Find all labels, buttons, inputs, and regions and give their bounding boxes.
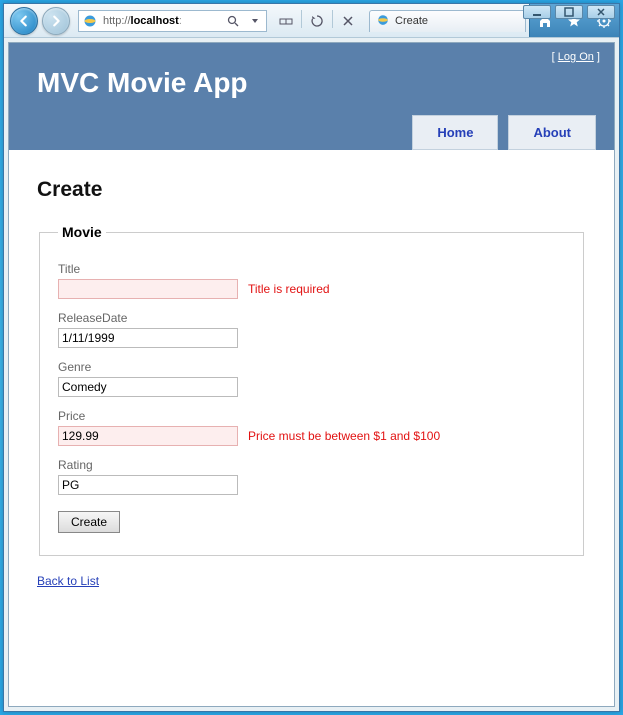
- input-genre[interactable]: [58, 377, 238, 397]
- fieldset-legend: Movie: [58, 224, 106, 240]
- app-title: MVC Movie App: [9, 63, 614, 115]
- create-button[interactable]: Create: [58, 511, 120, 533]
- error-title: Title is required: [248, 282, 330, 296]
- logon-bracket-close: ]: [594, 51, 600, 63]
- page-heading: Create: [37, 178, 586, 202]
- logon-bar: [ Log On ]: [9, 43, 614, 63]
- tab-title: Create: [395, 15, 515, 27]
- back-to-list-link[interactable]: Back to List: [37, 574, 99, 588]
- address-text[interactable]: http://localhost:: [101, 15, 222, 27]
- main-menu: Home About: [9, 115, 614, 150]
- browser-tab[interactable]: Create: [369, 10, 526, 32]
- label-releasedate: ReleaseDate: [58, 311, 565, 325]
- address-bar[interactable]: http://localhost:: [78, 10, 267, 32]
- url-host: localhost: [131, 15, 179, 27]
- content-panel: Create Movie Title Title is required Rel…: [9, 150, 614, 620]
- close-button[interactable]: [587, 5, 615, 19]
- tab-strip: Create: [369, 9, 525, 33]
- label-title: Title: [58, 262, 565, 276]
- refresh-icon[interactable]: [306, 10, 328, 32]
- label-genre: Genre: [58, 360, 565, 374]
- ie-page-icon: [82, 13, 98, 29]
- input-price[interactable]: [58, 426, 238, 446]
- compat-view-icon[interactable]: [275, 10, 297, 32]
- label-rating: Rating: [58, 458, 565, 472]
- page-body: [ Log On ] MVC Movie App Home About Crea…: [9, 43, 614, 620]
- toolbar-separator: [332, 10, 333, 28]
- minimize-button[interactable]: [523, 5, 551, 19]
- toolbar-separator: [301, 10, 302, 28]
- logon-link[interactable]: Log On: [558, 51, 594, 63]
- menu-home[interactable]: Home: [412, 115, 498, 150]
- maximize-button[interactable]: [555, 5, 583, 19]
- url-trail: :: [179, 15, 182, 27]
- toolbar-action-group: [275, 10, 359, 32]
- search-icon[interactable]: [222, 10, 244, 32]
- input-rating[interactable]: [58, 475, 238, 495]
- ie-page-icon: [376, 13, 390, 30]
- page-viewport[interactable]: [ Log On ] MVC Movie App Home About Crea…: [8, 42, 615, 707]
- address-dropdown-icon[interactable]: [244, 10, 266, 32]
- label-price: Price: [58, 409, 565, 423]
- forward-button[interactable]: [42, 7, 70, 35]
- url-prefix: http://: [103, 15, 131, 27]
- stop-icon[interactable]: [337, 10, 359, 32]
- input-title[interactable]: [58, 279, 238, 299]
- input-releasedate[interactable]: [58, 328, 238, 348]
- browser-window: http://localhost:: [3, 3, 620, 712]
- window-controls: [523, 5, 615, 19]
- movie-fieldset: Movie Title Title is required ReleaseDat…: [39, 224, 584, 556]
- back-button[interactable]: [10, 7, 38, 35]
- error-price: Price must be between $1 and $100: [248, 429, 440, 443]
- menu-about[interactable]: About: [508, 115, 596, 150]
